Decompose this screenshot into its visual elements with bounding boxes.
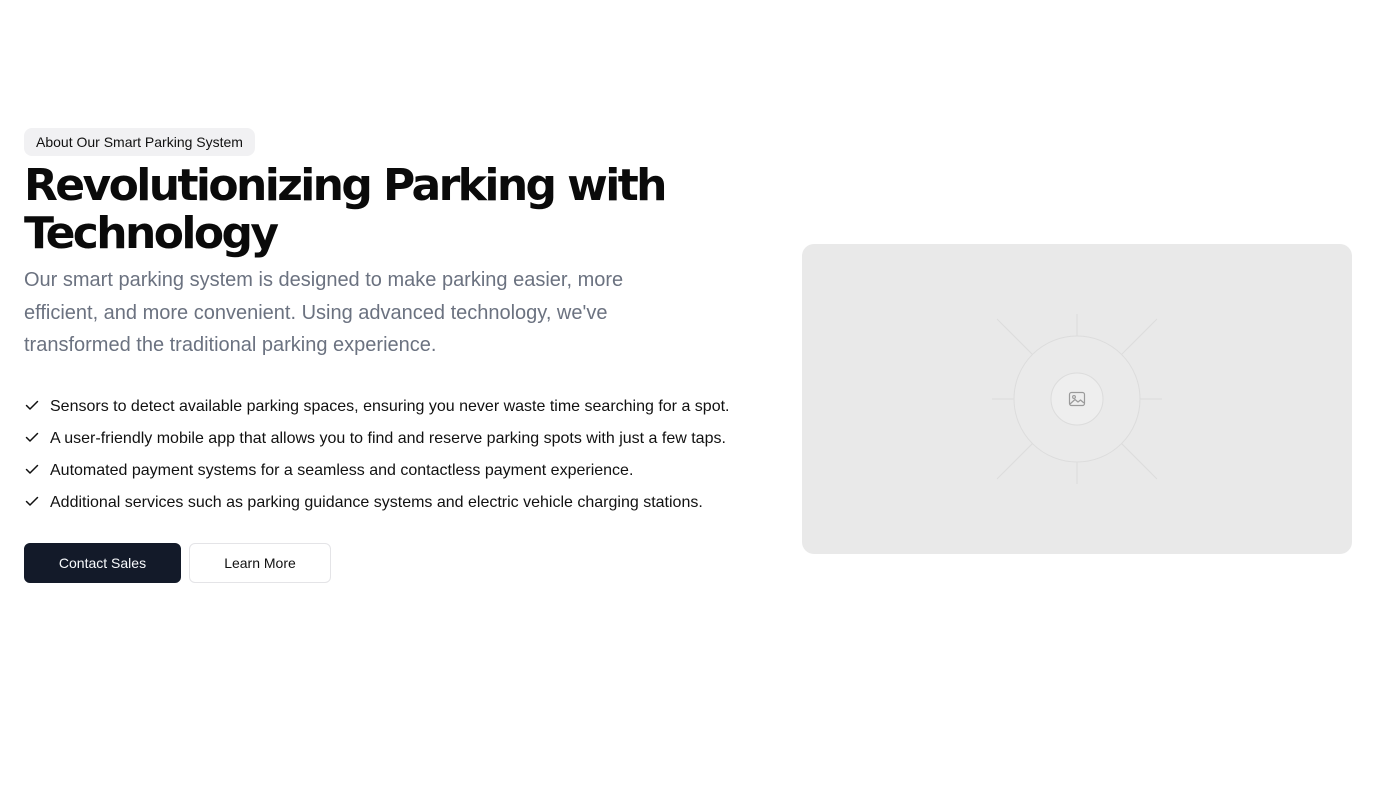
headline-line-1: Revolutionizing Parking with <box>24 160 667 211</box>
image-placeholder <box>802 244 1352 554</box>
learn-more-button[interactable]: Learn More <box>189 542 331 583</box>
lead-paragraph: Our smart parking system is designed to … <box>24 269 624 356</box>
feature-item: Additional services such as parking guid… <box>24 491 764 515</box>
feature-item: Sensors to detect available parking spac… <box>24 395 764 419</box>
page: About Our Smart Parking System Revolutio… <box>0 0 1376 798</box>
check-icon <box>25 400 39 410</box>
image-icon <box>1068 391 1086 407</box>
feature-list: Sensors to detect available parking spac… <box>24 395 764 515</box>
about-section: About Our Smart Parking System Revolutio… <box>24 128 764 583</box>
feature-text: Additional services such as parking guid… <box>50 493 703 511</box>
feature-text: Sensors to detect available parking spac… <box>50 397 730 415</box>
page-title: Revolutionizing Parking with Technology <box>24 162 684 258</box>
contact-sales-button[interactable]: Contact Sales <box>24 542 181 583</box>
feature-text: Automated payment systems for a seamless… <box>50 461 634 479</box>
feature-item: Automated payment systems for a seamless… <box>24 459 764 483</box>
button-group: Contact Sales Learn More <box>24 542 764 583</box>
feature-item: A user-friendly mobile app that allows y… <box>24 427 764 451</box>
feature-text: A user-friendly mobile app that allows y… <box>50 429 726 447</box>
headline-line-2: Technology <box>24 208 279 259</box>
section-badge: About Our Smart Parking System <box>24 128 255 156</box>
check-icon <box>25 432 39 442</box>
check-icon <box>25 496 39 506</box>
check-icon <box>25 464 39 474</box>
